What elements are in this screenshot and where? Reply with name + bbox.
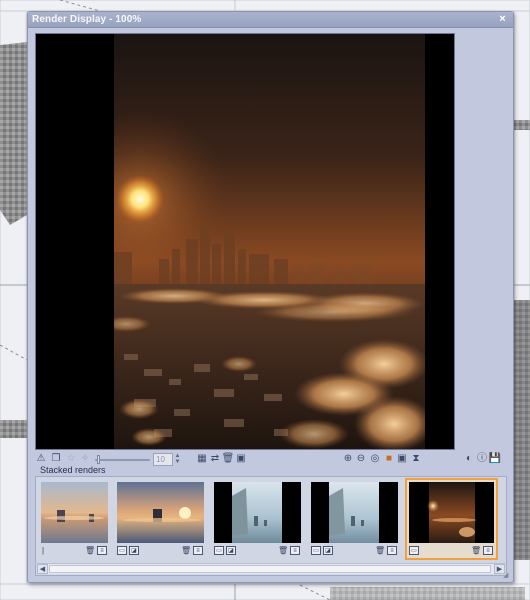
- render-display-window: Render Display - 100% × ⚠ ❐ ☆ ✧ 10 ▲ ▼ ▦…: [27, 11, 514, 583]
- window-title: Render Display - 100%: [32, 14, 142, 25]
- thumbnail-delete-icon[interactable]: 🗑: [85, 546, 95, 555]
- thumbnail-delete-icon[interactable]: 🗑: [181, 546, 191, 555]
- thumb-sunrise-sea: [41, 482, 108, 543]
- color-channels-icon[interactable]: ■: [383, 453, 395, 465]
- thumbnail-compare-icon[interactable]: ◪: [226, 546, 236, 555]
- scroll-left-arrow-icon[interactable]: ◀: [37, 564, 48, 574]
- thumbnail-notes-icon[interactable]: ≡: [290, 546, 300, 555]
- zoom-spinner-arrows[interactable]: ▲ ▼: [174, 453, 181, 466]
- resize-grip-icon[interactable]: ◢: [503, 572, 511, 580]
- thumbnail-delete-icon[interactable]: 🗑: [375, 546, 385, 555]
- alpha-icon[interactable]: ▣: [396, 453, 408, 465]
- thumb-city-sunset: [409, 482, 494, 543]
- stacked-render-thumbnail[interactable]: ▭ ◪ 🗑 ≡: [211, 479, 304, 559]
- copy-icon[interactable]: ❐: [50, 453, 62, 465]
- thumbnail-notes-icon[interactable]: ≡: [387, 546, 397, 555]
- close-button[interactable]: ×: [496, 13, 509, 26]
- stacked-renders-scrollbar[interactable]: ◀ ▶: [37, 563, 505, 574]
- contrast-icon[interactable]: ◐: [463, 453, 475, 465]
- fit-icon[interactable]: ◎: [369, 453, 381, 465]
- thumbnail-notes-icon[interactable]: ≡: [193, 546, 203, 555]
- thumb-sea-stacks-2: [311, 482, 398, 543]
- hourglass-icon[interactable]: ⧗: [410, 453, 422, 465]
- stacked-render-thumbnail[interactable]: ▭ ◪ 🗑 ≡: [308, 479, 401, 559]
- stacked-render-thumbnail[interactable]: ▭ ◪ 🗑 ≡: [114, 479, 207, 559]
- compare-icon[interactable]: ⇄: [209, 453, 221, 465]
- thumbnail-render-icon[interactable]: ▭: [214, 546, 224, 555]
- thumbnail-delete-icon[interactable]: 🗑: [278, 546, 288, 555]
- thumbnail-delete-icon[interactable]: 🗑: [471, 546, 481, 555]
- stacked-renders-label: Stacked renders: [40, 465, 106, 475]
- zoom-in-icon[interactable]: ⊕: [342, 453, 354, 465]
- render-image: [114, 34, 425, 449]
- thumbnail-index-marker: |: [41, 546, 45, 555]
- delete-icon[interactable]: 🗑: [222, 453, 235, 465]
- city-sunset-render: [114, 34, 425, 449]
- thumbnail-render-icon[interactable]: ▭: [311, 546, 321, 555]
- thumbnail-image: [214, 482, 301, 543]
- stacked-renders-strip: | 🗑 ≡ ▭ ◪ 🗑 ≡ ▭ ◪ 🗑 ≡ ▭ ◪ 🗑 ≡ ▭ 🗑 ≡ ◀ ▶: [35, 476, 507, 576]
- title-bar[interactable]: Render Display - 100% ×: [28, 12, 513, 28]
- thumbnail-notes-icon[interactable]: ≡: [483, 546, 493, 555]
- scrollbar-thumb[interactable]: [49, 565, 491, 573]
- zoom-slider-thumb[interactable]: [97, 455, 100, 464]
- thumbnail-compare-icon[interactable]: ◪: [129, 546, 139, 555]
- thumbnail-image: [409, 482, 494, 543]
- thumb-sea-stacks: [214, 482, 301, 543]
- export-icon[interactable]: ▣: [235, 453, 247, 465]
- thumbnail-render-icon[interactable]: ▭: [117, 546, 127, 555]
- zoom-slider-track[interactable]: [95, 459, 150, 461]
- warning-icon[interactable]: ⚠: [35, 453, 47, 465]
- info-icon[interactable]: ⓘ: [476, 453, 488, 465]
- stacked-render-thumbnail-selected[interactable]: ▭ 🗑 ≡: [405, 478, 498, 560]
- stacked-render-thumbnail[interactable]: | 🗑 ≡: [38, 479, 111, 559]
- thumbnail-notes-icon[interactable]: ≡: [97, 546, 107, 555]
- zoom-out-icon[interactable]: ⊖: [355, 453, 367, 465]
- thumbnail-image: [311, 482, 398, 543]
- dim-star-icon: ☆: [66, 453, 76, 464]
- stack-add-icon[interactable]: ▦: [196, 453, 208, 465]
- thumb-sunset-sea: [117, 482, 204, 543]
- render-viewport[interactable]: [35, 33, 455, 450]
- thumbnail-render-icon[interactable]: ▭: [409, 546, 419, 555]
- save-icon[interactable]: 💾: [489, 453, 501, 465]
- thumbnail-image: [41, 482, 108, 543]
- thumbnail-compare-icon[interactable]: ◪: [323, 546, 333, 555]
- thumbnail-image: [117, 482, 204, 543]
- dim-stars-icon: ✧: [80, 453, 90, 464]
- zoom-value-field[interactable]: 10: [153, 453, 173, 466]
